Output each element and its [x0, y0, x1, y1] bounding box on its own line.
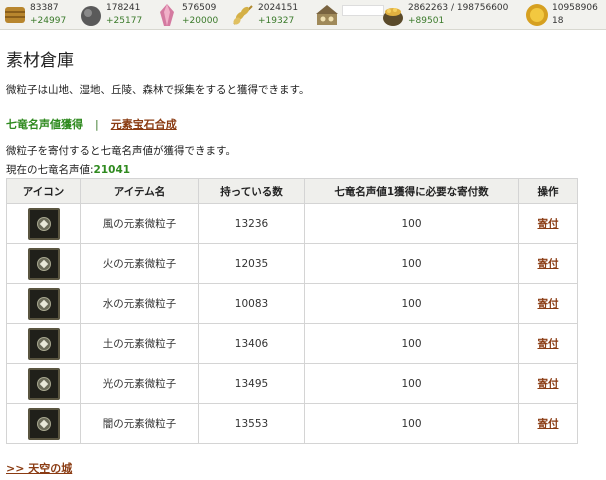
- item-name: 火の元素微粒子: [80, 243, 199, 284]
- donate-button[interactable]: 寄付: [538, 338, 559, 350]
- donate-description: 微粒子を寄付すると七竜名声値が獲得できます。: [6, 145, 236, 157]
- sky-castle-link[interactable]: >> 天空の城: [6, 460, 72, 476]
- donate-button[interactable]: 寄付: [538, 418, 559, 430]
- item-owned: 13236: [198, 203, 305, 244]
- item-required: 100: [304, 243, 519, 284]
- table-row: 水の元素微粒子 10083 100 寄付: [6, 283, 578, 324]
- water-particle-icon: [27, 287, 60, 320]
- item-required: 100: [304, 203, 519, 244]
- page-title: 素材倉庫: [6, 51, 74, 71]
- dark-particle-icon: [27, 407, 60, 440]
- item-name: 光の元素微粒子: [80, 363, 199, 404]
- coin-extra: 18: [552, 16, 564, 26]
- header-required: 七竜名声値1獲得に必要な寄付数: [304, 178, 519, 204]
- wind-particle-icon: [27, 207, 60, 240]
- donate-button[interactable]: 寄付: [538, 298, 559, 310]
- table-row: 風の元素微粒子 13236 100 寄付: [6, 203, 578, 244]
- wheat-icon: [233, 5, 253, 25]
- light-particle-icon: [27, 367, 60, 400]
- item-required: 100: [304, 323, 519, 364]
- coin-icon: [526, 4, 548, 26]
- item-name: 風の元素微粒子: [80, 203, 199, 244]
- donate-button[interactable]: 寄付: [538, 378, 559, 390]
- current-fame-label: 現在の七竜名声値:: [6, 164, 94, 176]
- earth-particle-icon: [27, 327, 60, 360]
- item-name: 闇の元素微粒子: [80, 403, 199, 444]
- stone-icon: [81, 6, 101, 26]
- item-name: 土の元素微粒子: [80, 323, 199, 364]
- gold-pot-icon: [383, 8, 403, 26]
- header-item-name: アイテム名: [80, 178, 199, 204]
- donate-button[interactable]: 寄付: [538, 258, 559, 270]
- population-icon: [316, 5, 338, 25]
- table-row: 土の元素微粒子 13406 100 寄付: [6, 323, 578, 364]
- item-owned: 13553: [198, 403, 305, 444]
- table-row: 光の元素微粒子 13495 100 寄付: [6, 363, 578, 404]
- tab-fame-gain[interactable]: 七竜名声値獲得: [6, 118, 83, 131]
- header-owned: 持っている数: [198, 178, 305, 204]
- table-row: 闇の元素微粒子 13553 100 寄付: [6, 403, 578, 444]
- item-owned: 10083: [198, 283, 305, 324]
- particle-table: アイコン アイテム名 持っている数 七竜名声値1獲得に必要な寄付数 操作 風の元…: [6, 178, 578, 444]
- item-owned: 13495: [198, 363, 305, 404]
- current-fame: 現在の七竜名声値:21041: [6, 162, 130, 177]
- item-name: 水の元素微粒子: [80, 283, 199, 324]
- item-owned: 13406: [198, 323, 305, 364]
- wood-icon: [5, 7, 25, 23]
- current-fame-value: 21041: [93, 164, 131, 176]
- page-description: 微粒子は山地、湿地、丘陵、森林で採集をすると獲得できます。: [6, 84, 310, 96]
- population-value-box: [342, 5, 384, 16]
- item-required: 100: [304, 283, 519, 324]
- donate-button[interactable]: 寄付: [538, 218, 559, 230]
- table-row: 火の元素微粒子 12035 100 寄付: [6, 243, 578, 284]
- resource-bar: 83387 +24997 178241 +25177 576509 +20000…: [0, 0, 606, 30]
- header-action: 操作: [518, 178, 578, 204]
- subnav-separator: |: [95, 118, 99, 131]
- table-header-row: アイコン アイテム名 持っている数 七竜名声値1獲得に必要な寄付数 操作: [6, 178, 578, 204]
- item-owned: 12035: [198, 243, 305, 284]
- item-required: 100: [304, 363, 519, 404]
- crystal-icon: [160, 4, 174, 26]
- sub-navigation: 七竜名声値獲得 | 元素宝石合成: [6, 116, 177, 132]
- item-required: 100: [304, 403, 519, 444]
- tab-gem-synthesis[interactable]: 元素宝石合成: [111, 118, 177, 131]
- header-icon: アイコン: [6, 178, 81, 204]
- fire-particle-icon: [27, 247, 60, 280]
